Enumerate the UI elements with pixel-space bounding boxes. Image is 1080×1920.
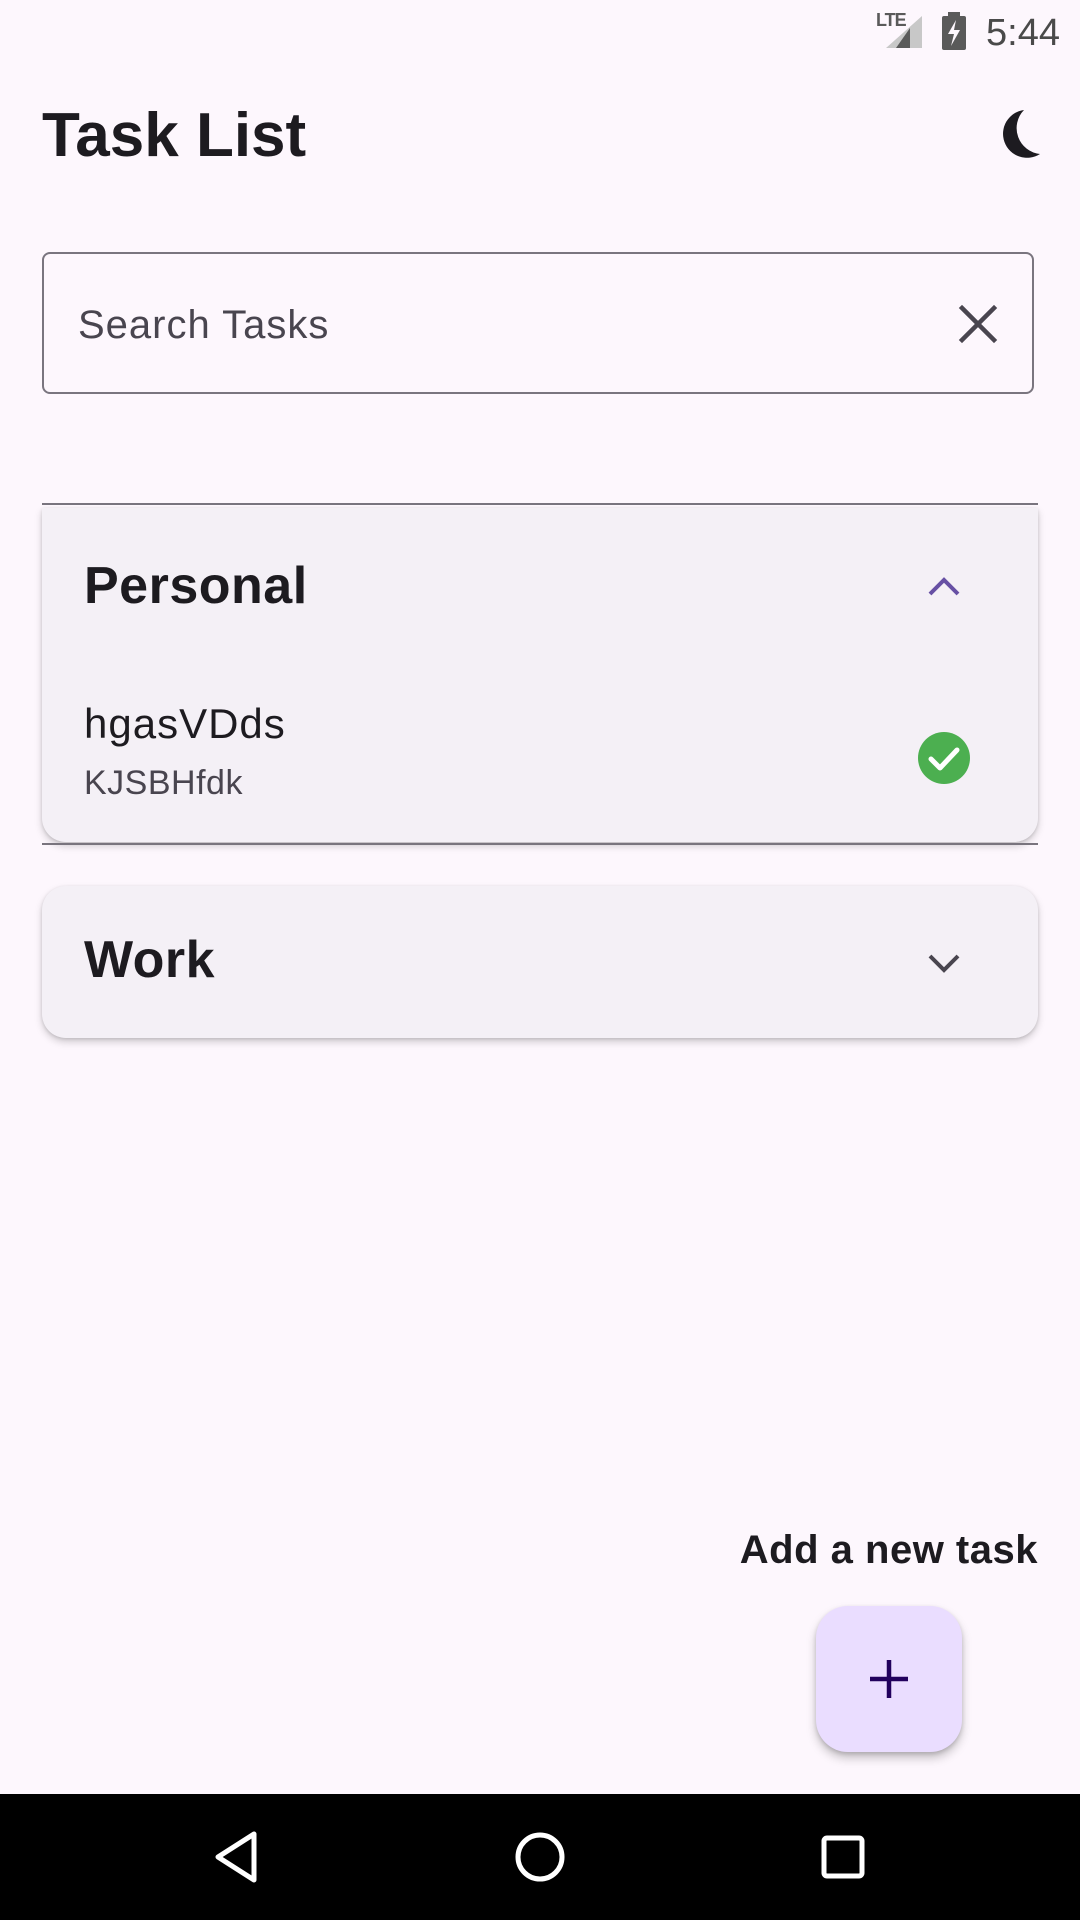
search-input[interactable] (76, 294, 940, 356)
task-description: KJSBHfdk (84, 764, 243, 802)
close-icon (958, 304, 998, 344)
add-task-button[interactable] (816, 1606, 962, 1752)
add-task-label: Add a new task (739, 1528, 1038, 1572)
category-divider (42, 843, 1038, 845)
category-header-personal[interactable]: Personal (42, 508, 1038, 658)
category-title: Work (84, 931, 216, 989)
search-field (42, 252, 1034, 394)
clear-search-button[interactable] (944, 290, 1012, 358)
signal-icon (886, 16, 922, 48)
category-card-personal: Personal hgasVDds KJSBHfdk (42, 508, 1038, 842)
category-title: Personal (84, 557, 308, 615)
category-card-work: Work (42, 886, 1038, 1038)
nav-back-button[interactable] (204, 1824, 270, 1890)
nav-home-button[interactable] (507, 1824, 573, 1890)
clock: 5:44 (986, 12, 1060, 54)
plus-icon (870, 1660, 908, 1698)
page-title: Task List (42, 101, 307, 170)
status-bar: LTE 5:44 (0, 0, 1080, 64)
check-circle-icon[interactable] (916, 730, 972, 786)
task-title: hgasVDds (84, 700, 286, 747)
theme-toggle-button[interactable] (990, 106, 1046, 162)
category-header-work[interactable]: Work (42, 886, 1038, 1036)
system-nav-bar (0, 1794, 1080, 1920)
back-triangle-icon (215, 1831, 257, 1883)
home-circle-icon (515, 1832, 565, 1882)
moon-icon (1003, 110, 1040, 158)
chevron-down-icon (928, 954, 960, 973)
recents-square-icon (821, 1835, 865, 1879)
battery-icon (942, 12, 966, 50)
screen: LTE 5:44 Task List Personal (0, 0, 1080, 1920)
category-divider (42, 503, 1038, 505)
nav-recents-button[interactable] (810, 1824, 876, 1890)
task-item[interactable]: hgasVDds KJSBHfdk (42, 676, 1038, 816)
chevron-up-icon (928, 577, 960, 596)
